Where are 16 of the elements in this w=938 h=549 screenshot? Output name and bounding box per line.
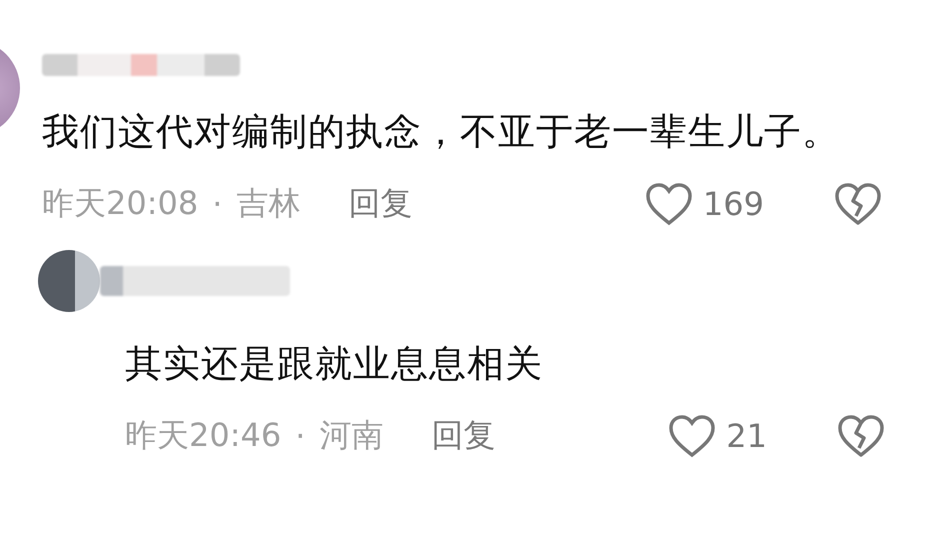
like-button[interactable]: 21 [668,414,767,458]
comment-text: 我们这代对编制的执念，不亚于老一辈生儿子。 [42,109,841,155]
like-button[interactable]: 169 [644,182,764,226]
comment-text: 其实还是跟就业息息相关 [125,341,544,387]
comment-location: 河南 [319,415,384,456]
heart-icon [644,182,693,226]
separator-dot: · [295,417,306,455]
reply-link[interactable]: 回复 [431,414,496,458]
comment-time: 昨天20:46 [125,415,282,456]
broken-heart-icon[interactable] [837,414,885,458]
comment-time: 昨天20:08 [42,183,198,224]
heart-icon [668,414,716,458]
reply-link[interactable]: 回复 [348,182,412,226]
comment-location: 吉林 [236,183,300,224]
separator-dot: · [212,185,222,223]
broken-heart-icon[interactable] [834,182,882,226]
